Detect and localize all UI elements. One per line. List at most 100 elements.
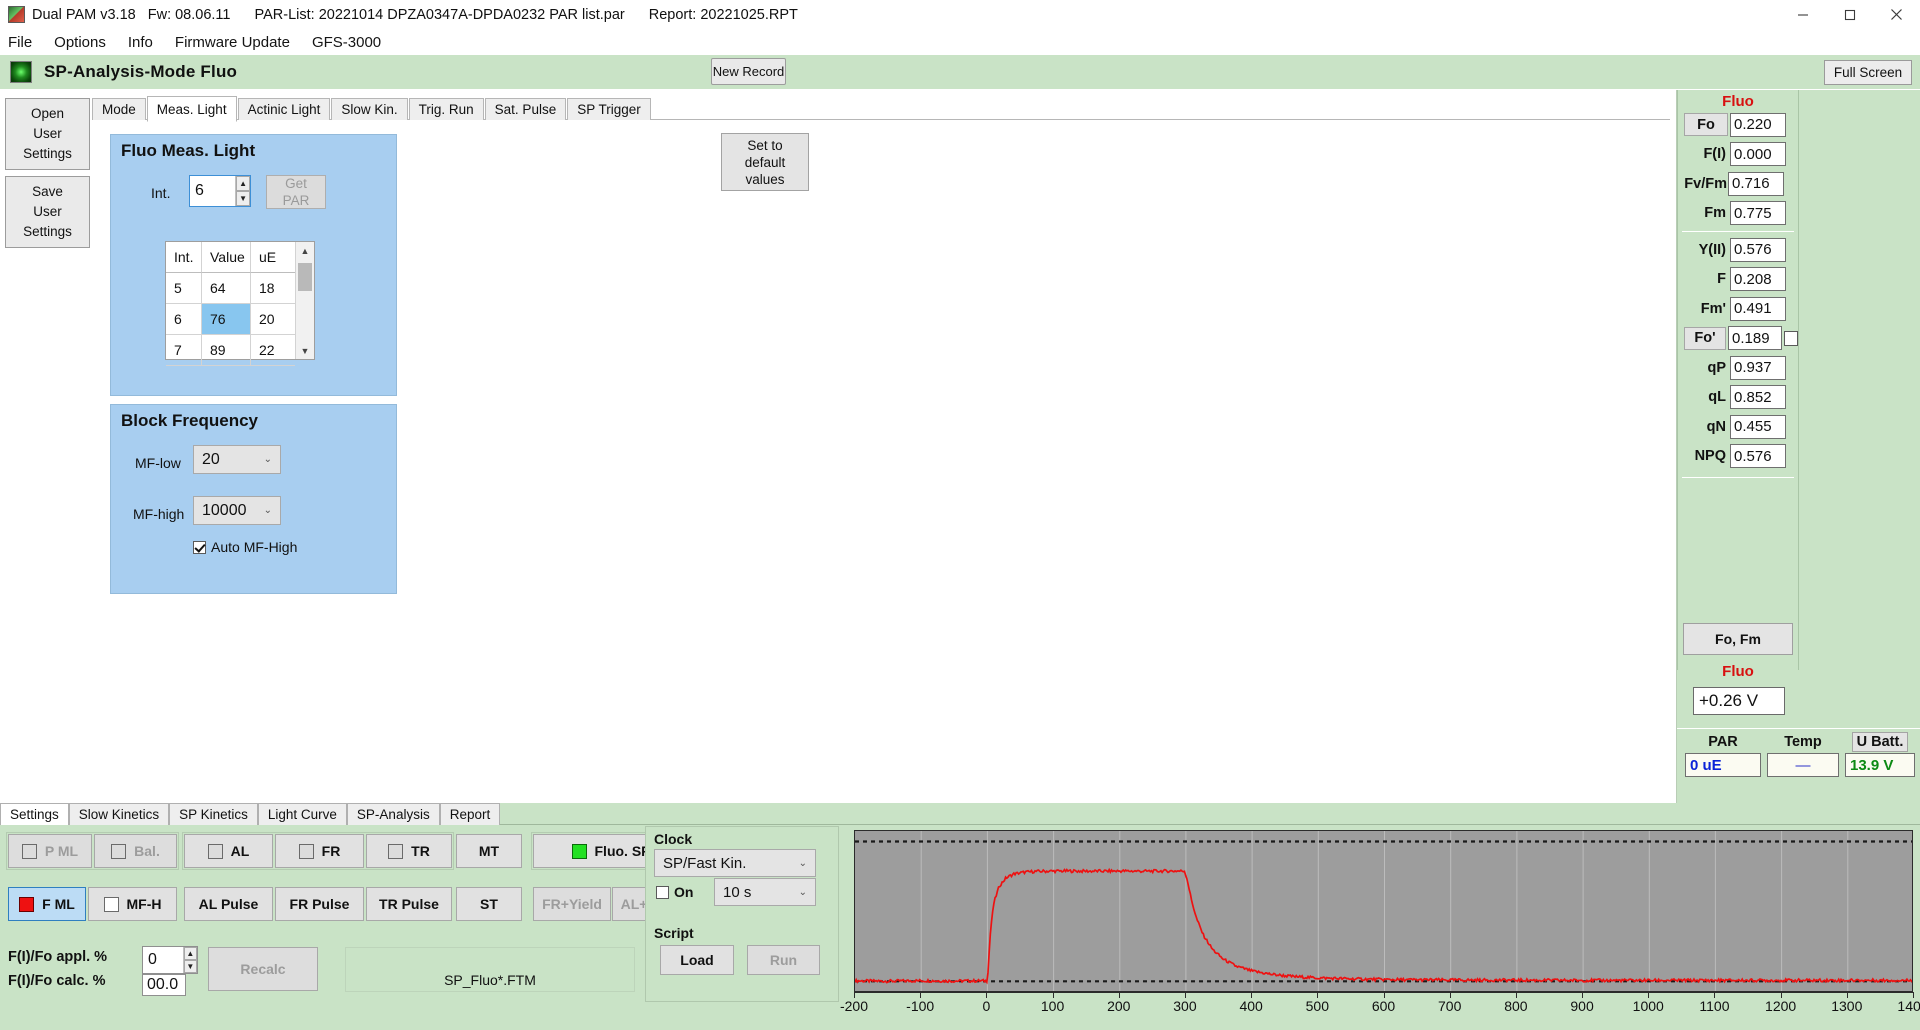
clock-interval-select[interactable]: 10 s ⌄ bbox=[714, 878, 816, 906]
tab-mode[interactable]: Mode bbox=[92, 98, 146, 120]
clock-mode-select[interactable]: SP/Fast Kin. ⌄ bbox=[654, 849, 816, 877]
script-run-button[interactable]: Run bbox=[747, 945, 820, 975]
fr-yield-button[interactable]: FR+Yield bbox=[533, 887, 611, 921]
p-ml-label: P ML bbox=[45, 843, 78, 859]
fr-pulse-button[interactable]: FR Pulse bbox=[275, 887, 364, 921]
al-toggle[interactable]: AL bbox=[184, 834, 273, 868]
menu-item-firmware-update[interactable]: Firmware Update bbox=[175, 34, 290, 51]
al-pulse-label: AL Pulse bbox=[199, 896, 259, 912]
save-user-settings-button[interactable]: Save User Settings bbox=[5, 176, 90, 248]
intensity-table[interactable]: Int. Value uE 5 64 18 6 76 20 7 89 2 bbox=[165, 241, 315, 360]
ubatt-label[interactable]: U Batt. bbox=[1852, 732, 1909, 752]
bottom-tab-strip: Settings Slow Kinetics SP Kinetics Light… bbox=[0, 803, 1920, 825]
mt-button[interactable]: MT bbox=[456, 834, 522, 868]
fo-prime-button[interactable]: Fo' bbox=[1684, 327, 1726, 350]
al-label: AL bbox=[231, 843, 250, 859]
tab-slow-kinetics[interactable]: Slow Kinetics bbox=[69, 803, 169, 825]
minimize-icon[interactable] bbox=[1779, 0, 1826, 29]
tr-pulse-button[interactable]: TR Pulse bbox=[366, 887, 452, 921]
fi-fo-appl-spin-down-icon[interactable]: ▼ bbox=[184, 960, 197, 973]
fo-button[interactable]: Fo bbox=[1684, 113, 1728, 136]
scrollbar-thumb[interactable] bbox=[298, 263, 312, 291]
block-frequency-group: Block Frequency MF-low 20 ⌄ MF-high 1000… bbox=[110, 404, 397, 594]
fi-fo-appl-spin-buttons: ▲ ▼ bbox=[183, 947, 197, 973]
p-ml-toggle[interactable]: P ML bbox=[8, 834, 92, 868]
new-record-button[interactable]: New Record bbox=[711, 58, 786, 85]
tab-trig-run[interactable]: Trig. Run bbox=[409, 98, 484, 120]
mf-h-toggle[interactable]: MF-H bbox=[88, 887, 177, 921]
set-to-default-values-button[interactable]: Set to default values bbox=[721, 133, 809, 191]
int-label: Int. bbox=[151, 185, 170, 201]
menu-item-options[interactable]: Options bbox=[54, 34, 106, 51]
bal-toggle[interactable]: Bal. bbox=[94, 834, 177, 868]
menu-item-info[interactable]: Info bbox=[128, 34, 153, 51]
fluo-sp-label: Fluo. SP bbox=[595, 843, 651, 859]
script-load-button[interactable]: Load bbox=[660, 945, 734, 975]
maximize-icon[interactable] bbox=[1826, 0, 1873, 29]
window-buttons bbox=[1779, 0, 1920, 29]
menu-item-file[interactable]: File bbox=[8, 34, 32, 51]
get-par-button[interactable]: Get PAR bbox=[266, 175, 326, 209]
fi-fo-appl-spin-up-icon[interactable]: ▲ bbox=[184, 947, 197, 960]
fo-fm-button[interactable]: Fo, Fm bbox=[1683, 623, 1793, 655]
cell-value: 89 bbox=[202, 335, 251, 366]
fr-yield-label: FR+Yield bbox=[542, 896, 602, 912]
tab-sp-kinetics[interactable]: SP Kinetics bbox=[169, 803, 258, 825]
fi-fo-appl-stepper[interactable]: ▲ ▼ bbox=[142, 946, 198, 974]
al-pulse-button[interactable]: AL Pulse bbox=[184, 887, 273, 921]
mf-low-value: 20 bbox=[202, 451, 220, 469]
mf-low-select[interactable]: 20 ⌄ bbox=[193, 445, 281, 474]
st-button[interactable]: ST bbox=[456, 887, 522, 921]
mf-high-select[interactable]: 10000 ⌄ bbox=[193, 496, 281, 525]
tr-toggle[interactable]: TR bbox=[366, 834, 452, 868]
clock-on-checkbox[interactable]: On bbox=[656, 884, 693, 900]
tab-meas-light[interactable]: Meas. Light bbox=[147, 96, 237, 122]
tab-sat-pulse[interactable]: Sat. Pulse bbox=[485, 98, 567, 120]
scroll-down-icon[interactable]: ▼ bbox=[296, 342, 314, 359]
title-report: Report: 20221025.RPT bbox=[649, 7, 798, 23]
scroll-up-icon[interactable]: ▲ bbox=[296, 242, 314, 259]
fr-indicator-icon bbox=[299, 844, 314, 859]
int-spin-up-icon[interactable]: ▲ bbox=[236, 176, 250, 191]
cell-value-selected[interactable]: 76 bbox=[202, 304, 251, 335]
menu-item-gfs-3000[interactable]: GFS-3000 bbox=[312, 34, 381, 51]
chart-plot-area[interactable] bbox=[854, 830, 1913, 992]
tab-report[interactable]: Report bbox=[440, 803, 501, 825]
title-par-list: PAR-List: 20221014 DPZA0347A-DPDA0232 PA… bbox=[255, 7, 625, 23]
p-ml-indicator-icon bbox=[22, 844, 37, 859]
save-user-settings-line-3: Settings bbox=[6, 222, 89, 242]
f-ml-label: F ML bbox=[42, 896, 75, 912]
open-user-settings-button[interactable]: Open User Settings bbox=[5, 98, 90, 170]
par-value: 0 uE bbox=[1685, 753, 1761, 777]
fr-toggle[interactable]: FR bbox=[275, 834, 364, 868]
recalc-button[interactable]: Recalc bbox=[208, 947, 318, 991]
fm-prime-value: 0.491 bbox=[1730, 297, 1786, 321]
f-ml-toggle[interactable]: F ML bbox=[8, 887, 86, 921]
fi-fo-appl-input[interactable] bbox=[143, 947, 183, 973]
tab-actinic-light[interactable]: Actinic Light bbox=[238, 98, 331, 120]
tab-sp-analysis[interactable]: SP-Analysis bbox=[347, 803, 440, 825]
int-spin-down-icon[interactable]: ▼ bbox=[236, 191, 250, 206]
tab-settings[interactable]: Settings bbox=[0, 803, 69, 825]
x-axis-tick-label: 1200 bbox=[1765, 998, 1796, 1014]
tab-slow-kin[interactable]: Slow Kin. bbox=[331, 98, 407, 120]
table-row[interactable]: 5 64 18 bbox=[166, 273, 295, 304]
title-bar: Dual PAM v3.18 Fw: 08.06.11 PAR-List: 20… bbox=[0, 0, 1920, 29]
int-input[interactable] bbox=[190, 176, 235, 206]
tab-light-curve[interactable]: Light Curve bbox=[258, 803, 347, 825]
int-stepper[interactable]: ▲ ▼ bbox=[189, 175, 251, 207]
auto-mf-high-checkbox[interactable]: Auto MF-High bbox=[193, 539, 297, 555]
intensity-table-scrollbar[interactable]: ▲ ▼ bbox=[295, 242, 314, 359]
ubatt-label-wrap: U Batt. bbox=[1845, 734, 1915, 750]
fo-prime-checkbox[interactable] bbox=[1784, 331, 1798, 346]
table-row[interactable]: 7 89 22 bbox=[166, 335, 295, 366]
script-load-label: Load bbox=[680, 952, 713, 968]
x-axis-tick-label: 800 bbox=[1504, 998, 1527, 1014]
table-row[interactable]: 6 76 20 bbox=[166, 304, 295, 335]
clock-mode-value: SP/Fast Kin. bbox=[663, 855, 746, 872]
cell-value: 64 bbox=[202, 273, 251, 304]
close-icon[interactable] bbox=[1873, 0, 1920, 29]
full-screen-button[interactable]: Full Screen bbox=[1824, 60, 1912, 85]
tab-sp-trigger[interactable]: SP Trigger bbox=[567, 98, 651, 120]
yii-label: Y(II) bbox=[1678, 242, 1730, 258]
